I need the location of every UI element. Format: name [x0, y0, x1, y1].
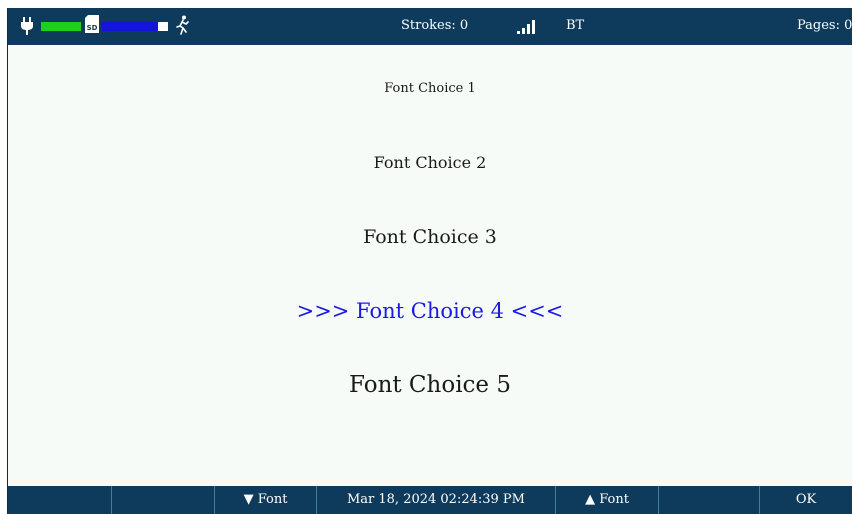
storage-level-bar [102, 22, 168, 31]
font-down-button[interactable]: ▼ Font [214, 486, 316, 514]
softkey-bar: ▼ Font Mar 18, 2024 02:24:39 PM ▲ Font O… [8, 486, 852, 514]
strokes-counter: Strokes: 0 [401, 18, 469, 33]
ok-button[interactable]: OK [759, 486, 852, 514]
font-choice-4-selected[interactable]: >>> Font Choice 4 <<< [8, 299, 852, 323]
font-up-button[interactable]: ▲ Font [555, 486, 658, 514]
font-choice-5[interactable]: Font Choice 5 [8, 372, 852, 398]
storage-level-fill [102, 22, 159, 31]
signal-strength-icon [517, 20, 535, 34]
font-choice-1[interactable]: Font Choice 1 [8, 81, 852, 96]
device-screen: SD Strokes: 0 BT Pages: 0 Font Choice 1 … [7, 8, 852, 514]
svg-text:SD: SD [87, 24, 98, 32]
font-choice-list: Font Choice 1 Font Choice 2 Font Choice … [8, 45, 852, 486]
pages-counter: Pages: 0 [797, 18, 853, 33]
battery-level-bar [41, 22, 81, 31]
softkey-6[interactable] [658, 486, 759, 514]
font-choice-3[interactable]: Font Choice 3 [8, 226, 852, 248]
softkey-2[interactable] [111, 486, 214, 514]
softkey-1[interactable] [8, 486, 111, 514]
status-bar: SD Strokes: 0 BT Pages: 0 [8, 8, 852, 45]
top-edge [0, 0, 853, 8]
power-plug-icon [21, 17, 33, 35]
datetime-display: Mar 18, 2024 02:24:39 PM [316, 486, 555, 514]
running-person-icon [176, 15, 189, 35]
sd-card-icon: SD [85, 15, 99, 33]
font-choice-2[interactable]: Font Choice 2 [8, 153, 852, 172]
bluetooth-status: BT [566, 18, 585, 33]
